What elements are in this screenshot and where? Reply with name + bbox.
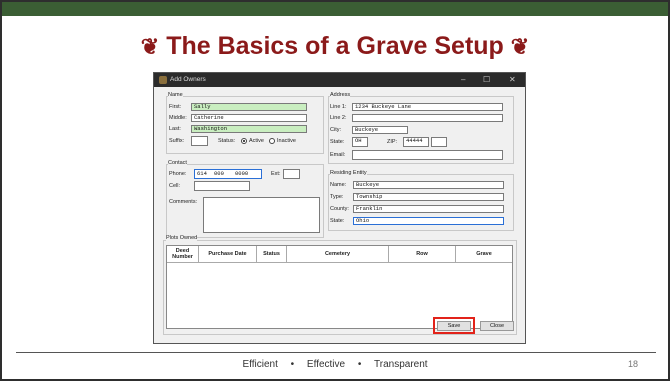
- residing-name-input[interactable]: Buckeye: [353, 181, 504, 189]
- last-name-input[interactable]: Washington: [191, 125, 307, 133]
- ornament-left-icon: ❦: [140, 34, 160, 59]
- status-active-label: Active: [249, 138, 264, 144]
- middle-label: Middle:: [169, 115, 187, 121]
- plots-owned-label: Plots Owned: [166, 235, 198, 241]
- window-title: Add Owners: [170, 76, 206, 83]
- footer-transparent: Transparent: [374, 359, 428, 370]
- first-name-input[interactable]: Sally: [191, 103, 307, 111]
- col-cemetery[interactable]: Cemetery: [287, 246, 389, 263]
- close-window-button[interactable]: ✕: [509, 75, 516, 84]
- col-status[interactable]: Status: [257, 246, 287, 263]
- address-state-label: State:: [330, 139, 345, 145]
- ext-input[interactable]: [283, 169, 300, 179]
- footer-sep-2: •: [357, 359, 362, 370]
- residing-name-label: Name:: [330, 182, 347, 188]
- address-state-input[interactable]: OH: [352, 137, 368, 147]
- last-label: Last:: [169, 126, 181, 132]
- contact-group-label: Contact: [168, 160, 187, 166]
- col-row[interactable]: Row: [389, 246, 456, 263]
- city-label: City:: [330, 127, 341, 133]
- middle-name-input[interactable]: Catherine: [191, 114, 307, 122]
- residing-county-label: County:: [330, 206, 349, 212]
- first-label: First:: [169, 104, 182, 110]
- col-grave[interactable]: Grave: [456, 246, 512, 263]
- cell-input[interactable]: [194, 181, 250, 191]
- footer-effective: Effective: [306, 359, 346, 370]
- zip-ext-input[interactable]: [431, 137, 447, 147]
- slide-title-text: The Basics of a Grave Setup: [166, 32, 504, 60]
- phone-input[interactable]: 614 000 0000: [194, 169, 262, 179]
- comments-label: Comments:: [169, 199, 198, 205]
- residing-state-input[interactable]: Ohio: [353, 217, 504, 225]
- zip-label: ZIP:: [387, 139, 398, 145]
- phone-label: Phone:: [169, 171, 187, 177]
- ornament-right-icon: ❦: [510, 34, 530, 59]
- city-input[interactable]: Buckeye: [352, 126, 408, 134]
- phone-prefix: 000: [214, 170, 224, 177]
- save-button-highlight: [433, 317, 475, 334]
- slide-title: ❦ The Basics of a Grave Setup ❦: [2, 32, 668, 61]
- slide: ❦ The Basics of a Grave Setup ❦ Add Owne…: [0, 0, 670, 381]
- slide-top-bar: [2, 2, 668, 16]
- line1-input[interactable]: 1234 Buckeye Lane: [352, 103, 503, 111]
- cell-label: Cell:: [169, 183, 181, 189]
- status-active-radio[interactable]: [241, 138, 247, 144]
- line1-label: Line 1:: [330, 104, 347, 110]
- status-label: Status:: [218, 138, 236, 144]
- footer-divider: [16, 352, 656, 353]
- ext-label: Ext:: [271, 171, 281, 177]
- page-number: 18: [627, 359, 638, 369]
- status-inactive-radio[interactable]: [269, 138, 275, 144]
- residing-entity-group-label: Residing Entity: [330, 170, 367, 176]
- name-group-label: Name: [168, 92, 183, 98]
- residing-state-label: State:: [330, 218, 345, 224]
- email-input[interactable]: [352, 150, 503, 160]
- residing-type-label: Type:: [330, 194, 344, 200]
- footer-efficient: Efficient: [242, 359, 278, 370]
- residing-county-input[interactable]: Franklin: [353, 205, 504, 213]
- address-group-label: Address: [330, 92, 351, 98]
- slide-footer: Efficient • Effective • Transparent: [2, 359, 668, 370]
- suffix-input[interactable]: [191, 136, 208, 146]
- col-purchase-date[interactable]: Purchase Date: [199, 246, 257, 263]
- suffix-label: Suffix:: [169, 138, 185, 144]
- close-button[interactable]: Close: [480, 321, 514, 331]
- phone-area: 614: [197, 170, 207, 177]
- phone-line: 0000: [235, 170, 249, 177]
- zip-input[interactable]: 44444: [403, 137, 429, 147]
- window-titlebar: Add Owners – ☐ ✕: [154, 73, 525, 87]
- line2-input[interactable]: [352, 114, 503, 122]
- footer-sep-1: •: [290, 359, 295, 370]
- maximize-button[interactable]: ☐: [483, 75, 490, 84]
- comments-textarea[interactable]: [203, 197, 320, 233]
- status-inactive-label: Inactive: [277, 138, 296, 144]
- add-owners-window: Add Owners – ☐ ✕ Name First: Sally Middl…: [153, 72, 526, 344]
- residing-type-input[interactable]: Township: [353, 193, 504, 201]
- email-label: Email:: [330, 152, 346, 158]
- col-deed-number[interactable]: Deed Number: [167, 246, 199, 263]
- app-icon: [159, 76, 167, 84]
- minimize-button[interactable]: –: [461, 75, 465, 84]
- line2-label: Line 2:: [330, 115, 347, 121]
